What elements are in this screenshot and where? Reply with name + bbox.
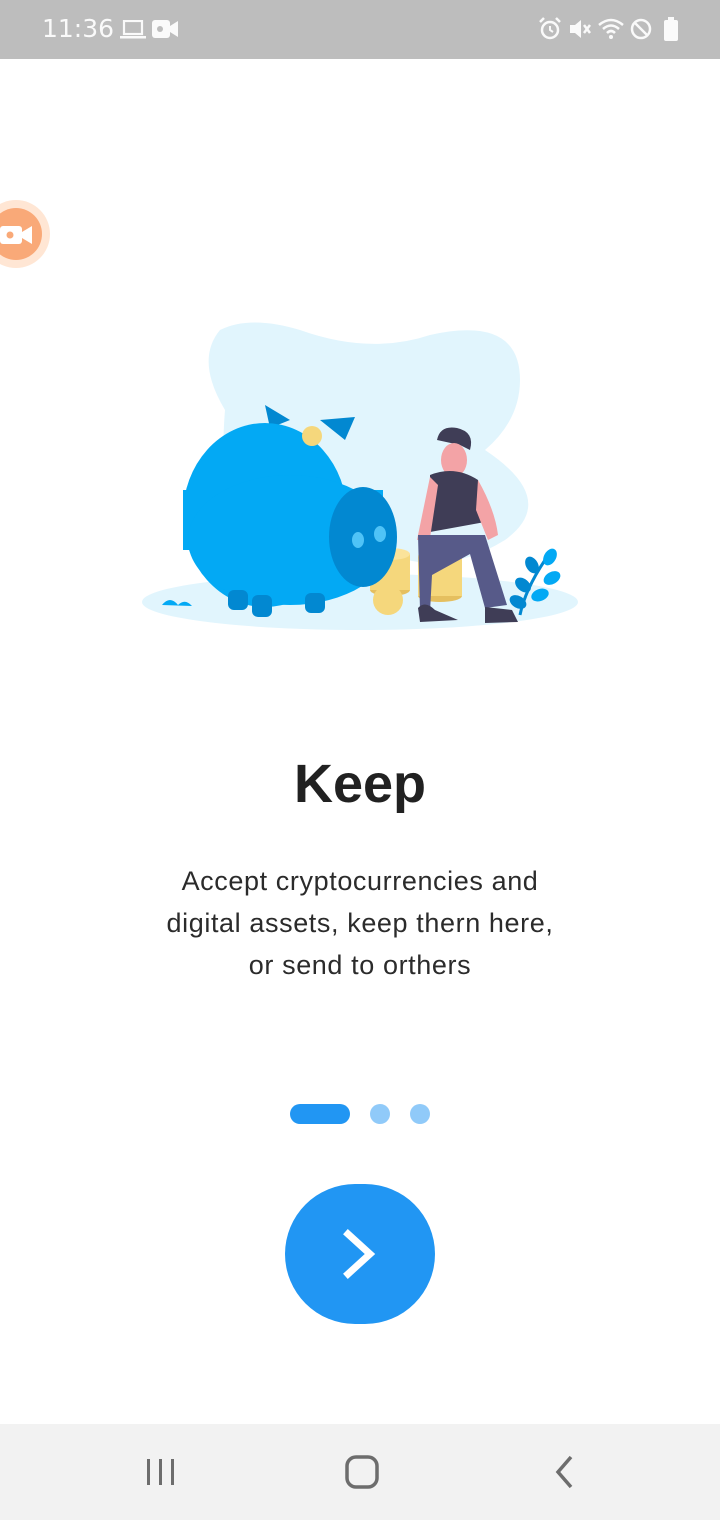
chevron-right-icon (343, 1229, 376, 1279)
alarm-icon (539, 17, 561, 40)
screen-recorder-inner (0, 208, 42, 260)
screen-recorder-button[interactable] (0, 200, 50, 268)
laptop-icon (120, 20, 146, 39)
piggy-bank-illustration (142, 322, 578, 630)
back-button[interactable] (534, 1452, 594, 1492)
page-dot[interactable] (370, 1104, 390, 1124)
next-button[interactable] (285, 1184, 435, 1324)
video-camera-icon (152, 20, 178, 38)
onboarding-description: Accept cryptocurrencies and digital asse… (166, 866, 554, 980)
page-dot-active[interactable] (290, 1104, 350, 1124)
onboarding-title: Keep (293, 754, 427, 814)
recent-apps-button[interactable] (131, 1452, 191, 1492)
mute-icon (570, 20, 591, 38)
home-icon (345, 1455, 379, 1489)
wifi-icon (598, 18, 624, 39)
back-icon (555, 1455, 573, 1489)
video-camera-icon (0, 226, 32, 244)
battery-icon (664, 17, 678, 41)
navigation-bar (0, 1424, 720, 1520)
do-not-disturb-icon (630, 18, 652, 40)
home-button[interactable] (332, 1452, 392, 1492)
recent-apps-icon (147, 1459, 174, 1485)
status-bar: 11:36 (0, 0, 720, 59)
status-time: 11:36 (42, 14, 115, 43)
page-dot[interactable] (410, 1104, 430, 1124)
